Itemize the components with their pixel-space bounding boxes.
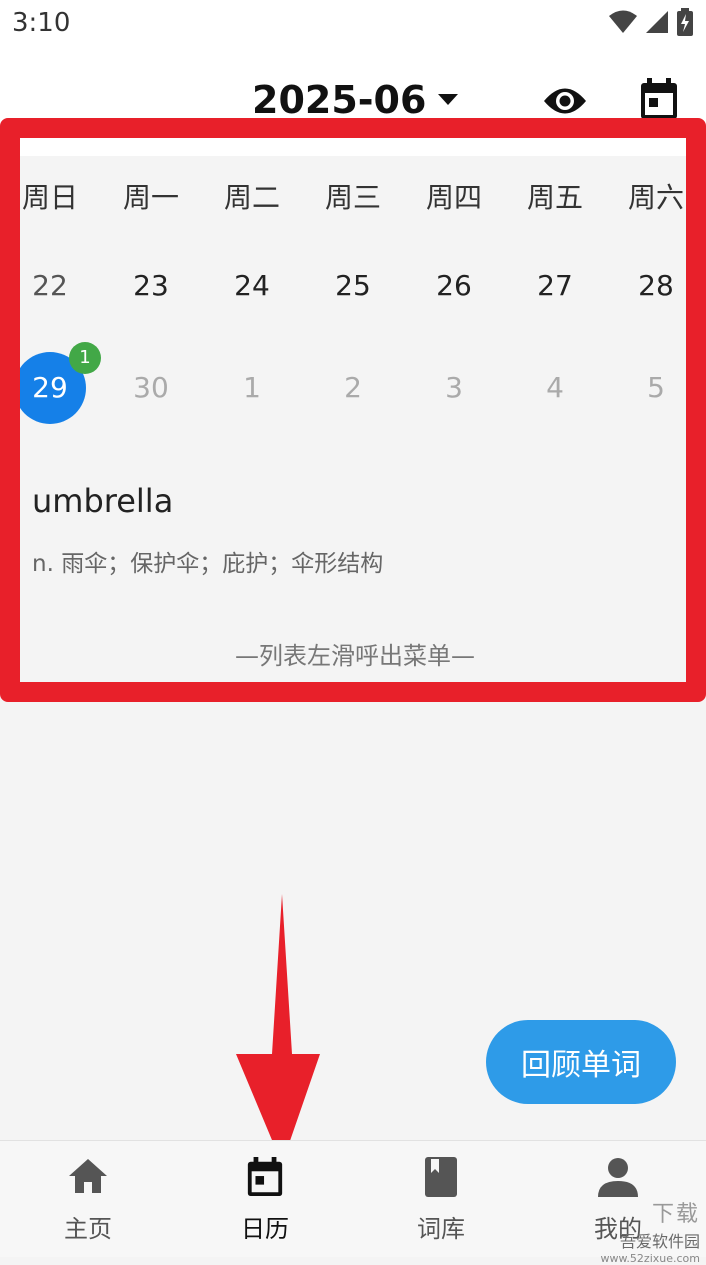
calendar-day[interactable]: 23 [101, 246, 201, 326]
calendar-day[interactable]: 27 [505, 246, 605, 326]
weekday-label: 周二 [223, 181, 280, 214]
top-bar: 3:10 2025-06 [0, 0, 706, 156]
watermark: 下载 吾爱软件园 www.52zixue.com [580, 1196, 700, 1265]
person-icon [598, 1158, 638, 1197]
calendar-day[interactable]: 28 [606, 246, 706, 326]
calendar-day[interactable]: 4 [505, 348, 605, 428]
wifi-icon [609, 10, 637, 33]
calendar-day[interactable]: 30 [101, 348, 201, 428]
weekday-label: 周六 [627, 181, 684, 214]
nav-label: 主页 [64, 1215, 112, 1243]
watermark-site: 吾爱软件园 [619, 1232, 700, 1251]
calendar-day[interactable]: 26 [404, 246, 504, 326]
nav-item-home[interactable]: 主页 [0, 1141, 176, 1257]
calendar-day[interactable]: 22 [0, 246, 100, 326]
review-words-button[interactable]: 回顾单词 [486, 1020, 676, 1104]
month-title: 2025-06 [252, 78, 427, 122]
weekday-label: 周日 [21, 181, 78, 214]
weekday-label: 周五 [526, 181, 583, 214]
watermark-title: 下载 [651, 1202, 700, 1227]
word-meaning: n. 雨伞；保护伞；庇护；伞形结构 [32, 551, 384, 577]
calendar-day[interactable]: 1 [202, 348, 302, 428]
nav-item-library[interactable]: 词库 [353, 1141, 529, 1257]
nav-item-calendar[interactable]: 日历 [177, 1141, 353, 1257]
home-icon [69, 1159, 107, 1193]
caret-down-icon [438, 94, 459, 105]
status-time: 3:10 [12, 8, 71, 38]
month-selector[interactable]: 2025-06 [252, 78, 459, 122]
cell-signal-icon [646, 11, 668, 33]
calendar-day[interactable]: 3 [404, 348, 504, 428]
calendar-day[interactable]: 2 [303, 348, 403, 428]
nav-label: 词库 [417, 1215, 465, 1243]
weekday-header: 周日 周一 周二 周三 周四 周五 周六 [20, 176, 690, 220]
calendar-day[interactable]: 24 [202, 246, 302, 326]
word-entry[interactable]: umbrella [32, 482, 173, 520]
calendar-panel: 周日 周一 周二 周三 周四 周五 周六 22 23 24 25 26 27 2… [14, 156, 690, 680]
word-count-badge: 1 [69, 342, 101, 374]
watermark-url: www.52zixue.com [600, 1252, 700, 1265]
calendar-day[interactable]: 25 [303, 246, 403, 326]
nav-label: 日历 [241, 1215, 289, 1243]
eye-icon[interactable] [542, 84, 588, 118]
book-icon [425, 1157, 457, 1197]
battery-charging-icon [677, 8, 693, 36]
weekday-label: 周四 [425, 181, 482, 214]
arrow-down-icon [236, 894, 320, 1164]
weekday-label: 周一 [122, 181, 179, 214]
calendar-day[interactable]: 5 [606, 348, 706, 428]
status-icons [608, 8, 694, 36]
calendar-icon[interactable] [639, 78, 679, 120]
calendar-icon [247, 1157, 283, 1197]
swipe-hint: —列表左滑呼出菜单— [235, 642, 475, 670]
weekday-label: 周三 [324, 181, 381, 214]
